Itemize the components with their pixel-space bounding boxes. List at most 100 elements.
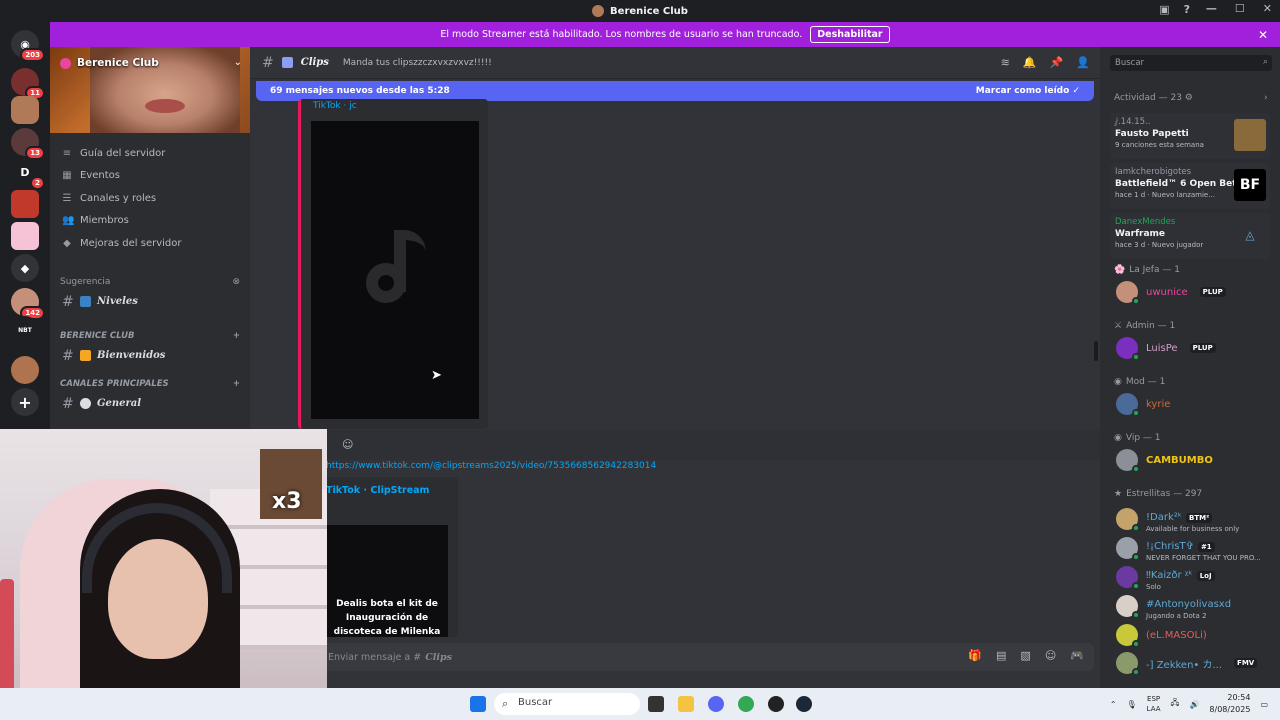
maximize-button[interactable]: ☐ bbox=[1235, 2, 1245, 15]
add-server-button[interactable]: + bbox=[11, 388, 39, 416]
close-banner-icon[interactable]: ✕ bbox=[1258, 28, 1268, 42]
member-name: LuisPe bbox=[1146, 342, 1178, 354]
server-icon[interactable]: NBT bbox=[11, 316, 39, 344]
member-item[interactable]: (eL.MASOLi) bbox=[1116, 622, 1207, 648]
embed-source[interactable]: TikTok · ClipStream bbox=[320, 477, 458, 504]
server-header[interactable]: Berenice Club ⌄ bbox=[50, 47, 250, 133]
suggestion-header: Sugerencia ⊗ bbox=[50, 273, 250, 291]
activity-card[interactable]: DanexMendes Warframe hace 3 d · Nuevo ju… bbox=[1110, 213, 1270, 259]
channel-general[interactable]: # General bbox=[50, 393, 250, 415]
category-berenice-club[interactable]: BERENICE CLUB + bbox=[50, 327, 250, 345]
direct-messages-button[interactable]: ◉ 203 bbox=[11, 30, 45, 62]
help-icon[interactable]: ? bbox=[1184, 3, 1190, 16]
steam-icon[interactable] bbox=[796, 696, 812, 712]
activity-card[interactable]: ⅉ.14.15.. Fausto Papetti 9 canciones est… bbox=[1110, 113, 1270, 159]
menu-events[interactable]: ▦ Eventos bbox=[50, 165, 250, 188]
member-item[interactable]: kyrie bbox=[1116, 391, 1170, 417]
warframe-logo-icon: ◬ bbox=[1234, 219, 1266, 251]
add-channel-icon[interactable]: + bbox=[233, 379, 240, 389]
clock[interactable]: 20:54 8/08/2025 bbox=[1209, 692, 1250, 716]
menu-server-boost[interactable]: ◆ Mejoras del servidor bbox=[50, 232, 250, 255]
server-icon[interactable]: ◆ bbox=[11, 254, 39, 282]
emoji-reaction-icon[interactable]: ☺ bbox=[342, 438, 353, 451]
disable-streamer-button[interactable]: Deshabilitar bbox=[810, 26, 890, 43]
member-item[interactable]: -] Zekken• カ... FMV bbox=[1116, 650, 1258, 676]
channel-niveles[interactable]: # Niveles bbox=[50, 291, 250, 313]
tiktok-embed-2: TikTok · ClipStream Dealis bota el kit d… bbox=[320, 477, 458, 637]
emoji-icon[interactable]: ☺ bbox=[1045, 649, 1056, 662]
chevron-right-icon[interactable]: › bbox=[1264, 93, 1268, 103]
member-status: Jugando a Dota 2 bbox=[1146, 612, 1207, 620]
hash-icon: # bbox=[62, 293, 74, 310]
channel-bienvenidos[interactable]: # Bienvenidos bbox=[50, 345, 250, 367]
volume-icon[interactable]: 🔊 bbox=[1189, 700, 1199, 709]
windows-start-icon[interactable] bbox=[470, 696, 486, 712]
menu-server-guide[interactable]: ≡ Guía del servidor bbox=[50, 142, 250, 165]
server-icon[interactable]: 142 bbox=[11, 288, 45, 320]
close-window-button[interactable]: ✕ bbox=[1263, 2, 1272, 15]
menu-channels-roles[interactable]: ☰ Canales y roles bbox=[50, 187, 250, 210]
embed-video[interactable] bbox=[311, 121, 479, 419]
gif-icon[interactable]: ▤ bbox=[996, 649, 1006, 662]
mark-as-read-button[interactable]: Marcar como leído ✓ bbox=[976, 86, 1080, 96]
server-icon[interactable] bbox=[11, 222, 39, 250]
member-tag: PLUP bbox=[1199, 287, 1226, 297]
member-item[interactable]: ‼Kaizðr ᵡᵏ LoJ Solo bbox=[1116, 564, 1215, 591]
server-name[interactable]: Berenice Club bbox=[60, 57, 159, 69]
server-icon[interactable] bbox=[11, 190, 39, 218]
chevron-up-icon[interactable]: ⌃ bbox=[1110, 700, 1117, 709]
server-icon[interactable]: 11 bbox=[11, 68, 45, 100]
message-hover: ☺ bbox=[250, 430, 1100, 460]
category-canales-principales[interactable]: CANALES PRINCIPALES + bbox=[50, 375, 250, 393]
server-icon[interactable] bbox=[11, 356, 39, 384]
member-item[interactable]: CAMBUMBO bbox=[1116, 447, 1213, 473]
search-input[interactable]: Buscar ⌕ bbox=[1110, 55, 1272, 71]
inbox-icon[interactable]: ▣ bbox=[1159, 3, 1169, 16]
server-icon[interactable]: D2 bbox=[11, 158, 45, 190]
gift-icon[interactable]: 🎁 bbox=[968, 649, 982, 662]
activity-header[interactable]: Actividad — 23 ⚙ › bbox=[1114, 93, 1268, 103]
obs-icon[interactable] bbox=[768, 696, 784, 712]
server-icon[interactable]: 13 bbox=[11, 128, 45, 160]
member-item[interactable]: LuisPe PLUP bbox=[1116, 335, 1216, 361]
member-tag: BTM² bbox=[1186, 513, 1213, 523]
activity-card[interactable]: Iamkcherobigotes Battlefield™ 6 Open Bet… bbox=[1110, 163, 1270, 209]
chevron-down-icon[interactable]: ⌄ bbox=[234, 57, 242, 68]
add-channel-icon[interactable]: + bbox=[233, 331, 240, 341]
file-explorer-icon[interactable] bbox=[678, 696, 694, 712]
discord-taskbar-icon[interactable] bbox=[708, 696, 724, 712]
members-icon: 👥 bbox=[62, 215, 75, 227]
microphone-icon[interactable]: 🎙 bbox=[1127, 700, 1137, 709]
bell-icon[interactable]: 🔔 bbox=[1023, 56, 1037, 69]
embed-thumbnail[interactable]: Dealis bota el kit de Inauguración de di… bbox=[326, 525, 448, 637]
language-indicator[interactable]: ESP LAA bbox=[1147, 694, 1161, 714]
minimize-button[interactable]: — bbox=[1206, 2, 1217, 15]
activities-icon[interactable]: 🎮 bbox=[1070, 649, 1084, 662]
threads-icon[interactable]: ≋ bbox=[1001, 56, 1010, 69]
network-icon[interactable]: 🖧 bbox=[1171, 697, 1180, 711]
chrome-icon[interactable] bbox=[738, 696, 754, 712]
member-list-icon[interactable]: 👤 bbox=[1076, 56, 1090, 69]
menu-members[interactable]: 👥 Miembros bbox=[50, 210, 250, 233]
member-item[interactable]: #Antonyolivasxd Jugando a Dota 2 bbox=[1116, 593, 1231, 620]
task-view-icon[interactable] bbox=[648, 696, 664, 712]
taskbar-search[interactable]: ⌕ Buscar bbox=[494, 693, 640, 715]
channel-topic[interactable]: Manda tus clipszzczxvxzvxvz!!!!! bbox=[343, 58, 492, 68]
server-flower-icon bbox=[60, 57, 71, 69]
message-link[interactable]: https://www.tiktok.com/@clipstreams2025/… bbox=[326, 461, 656, 471]
scrollbar-thumb[interactable] bbox=[1094, 341, 1098, 361]
message-composer[interactable]: Enviar mensaje a # Clips 🎁 ▤ ▧ ☺ 🎮 bbox=[312, 643, 1094, 671]
role-label: Mod — 1 bbox=[1125, 377, 1166, 387]
pin-icon[interactable]: 📌 bbox=[1050, 56, 1064, 69]
member-item[interactable]: !Dark²ᵏ BTM² Available for business only bbox=[1116, 506, 1239, 533]
dismiss-suggestion-icon[interactable]: ⊗ bbox=[232, 277, 240, 287]
member-name: ‼Kaizðr ᵡᵏ bbox=[1146, 570, 1193, 581]
star-icon: ★ bbox=[1114, 489, 1123, 499]
member-item[interactable]: !¡ChrisT✞ #1 NEVER FORGET THAT YOU PRO... bbox=[1116, 535, 1261, 562]
server-icon-selected[interactable] bbox=[11, 96, 39, 124]
new-messages-bar[interactable]: 69 mensajes nuevos desde las 5:28 Marcar… bbox=[256, 81, 1094, 101]
sticker-icon[interactable]: ▧ bbox=[1020, 649, 1030, 662]
embed-source[interactable]: TikTok · jc bbox=[301, 99, 488, 113]
notifications-icon[interactable]: ▭ bbox=[1260, 700, 1268, 709]
member-item[interactable]: uwunice PLUP bbox=[1116, 279, 1226, 305]
